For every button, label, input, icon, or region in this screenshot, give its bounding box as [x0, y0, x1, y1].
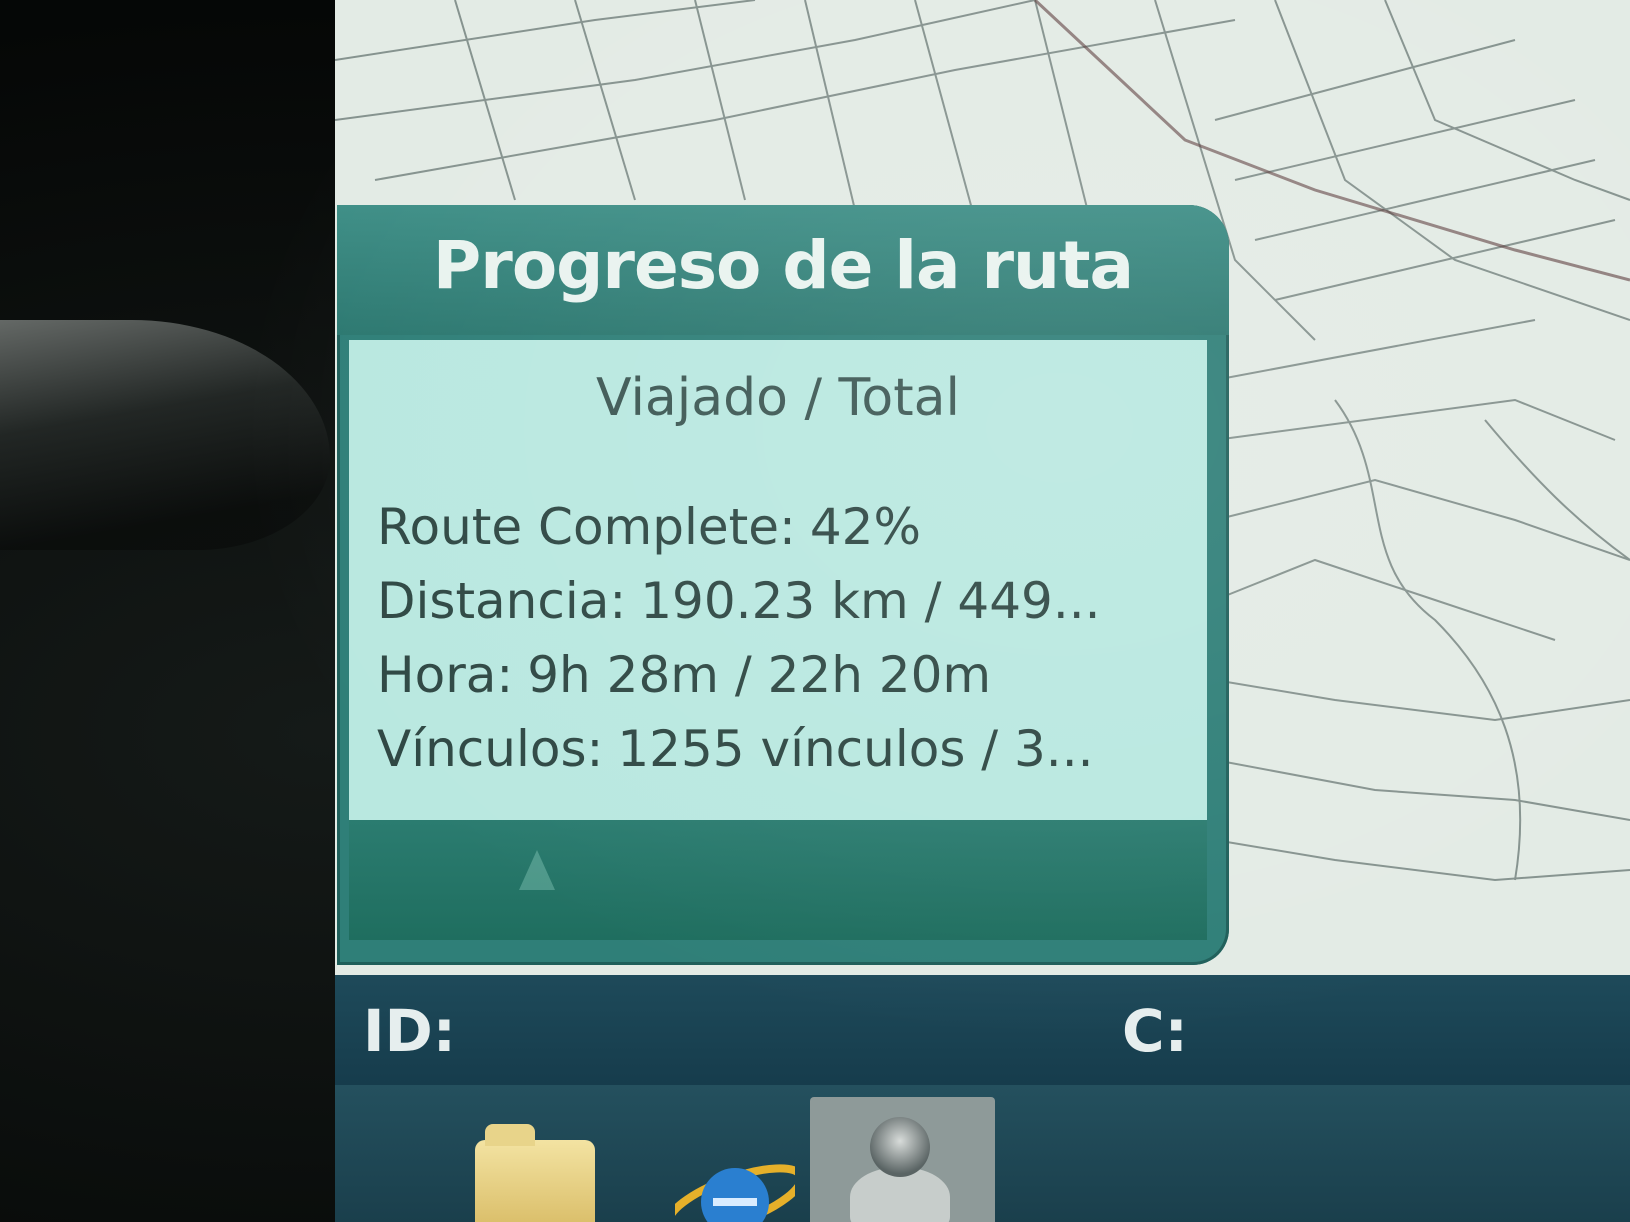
stat-value: 1255 vínculos / 3... — [617, 720, 1094, 778]
stat-label: Hora: — [377, 646, 514, 704]
stat-time: Hora: 9h 28m / 22h 20m — [377, 646, 1187, 704]
device-bezel: Progreso de la ruta Viajado / Total Rout… — [0, 0, 1630, 1222]
internet-explorer-icon[interactable] — [664, 1140, 806, 1222]
status-bar: ID: C: — [335, 975, 1630, 1085]
stat-label: Route Complete: — [377, 498, 796, 556]
stat-label: Vínculos: — [377, 720, 604, 778]
ie-logo — [664, 1164, 806, 1222]
position-arrow-icon — [519, 850, 555, 890]
hand-shadow — [0, 320, 330, 550]
taskbar — [335, 1085, 1630, 1222]
nav-icon-globe — [870, 1117, 930, 1177]
folder-icon[interactable] — [475, 1124, 595, 1222]
stat-distance: Distancia: 190.23 km / 449... — [377, 572, 1187, 630]
popup-header: Progreso de la ruta — [337, 205, 1229, 335]
column-header: Viajado / Total — [596, 368, 960, 428]
stat-value: 42% — [809, 498, 921, 556]
status-c-label: C: — [1122, 997, 1188, 1065]
stat-value: 9h 28m / 22h 20m — [527, 646, 992, 704]
stat-route-complete: Route Complete: 42% — [377, 498, 1187, 556]
popup-footer-map — [349, 820, 1207, 940]
stat-value: 190.23 km / 449... — [640, 572, 1101, 630]
route-progress-popup[interactable]: Progreso de la ruta Viajado / Total Rout… — [337, 205, 1229, 965]
stat-links: Vínculos: 1255 vínculos / 3... — [377, 720, 1187, 778]
status-id-label: ID: — [363, 997, 456, 1065]
stat-label: Distancia: — [377, 572, 627, 630]
navigation-app-icon[interactable] — [810, 1097, 995, 1222]
device-screen: Progreso de la ruta Viajado / Total Rout… — [335, 0, 1630, 1222]
popup-title: Progreso de la ruta — [432, 227, 1134, 304]
popup-body: Viajado / Total Route Complete: 42% Dista… — [349, 340, 1207, 820]
